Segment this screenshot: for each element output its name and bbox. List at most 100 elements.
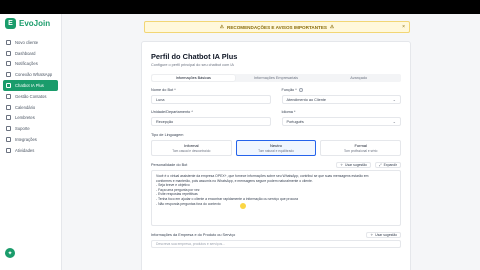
sidebar-item-label: Novo cliente: [15, 39, 39, 45]
sidebar-item[interactable]: Dashboard: [3, 48, 58, 59]
language-type-description: Tom natural e equilibrado: [258, 149, 294, 153]
unit-input[interactable]: Recepção: [151, 117, 271, 126]
chevron-down-icon: ⌄: [392, 97, 396, 102]
bot-role-label-text: Função *: [281, 88, 297, 92]
sidebar-item[interactable]: Lembretes: [3, 113, 58, 124]
chatbot-profile-card: Perfil do Chatbot IA Plus Configure o pe…: [141, 41, 411, 270]
use-suggestion-label: Usar sugestão: [345, 162, 367, 167]
nav-item-icon: [6, 147, 11, 153]
logo-icon: E: [5, 18, 16, 29]
sidebar-item-label: Conexão WhatsApp: [15, 72, 53, 78]
nav-item-icon: [6, 137, 11, 143]
app-window: E EvoJoin Novo cliente Dashboard Notificaç…: [0, 14, 480, 270]
language-value: Português: [286, 119, 304, 124]
nav-item-icon: [6, 61, 11, 67]
chat-icon[interactable]: ✦: [5, 248, 15, 258]
personality-text-line: - Não responda perguntas fora do context…: [156, 201, 221, 206]
help-icon[interactable]: [298, 88, 303, 92]
sidebar-item[interactable]: Suporte: [3, 123, 58, 134]
bot-role-field: Função * Atendimento ao Cliente ⌄: [281, 87, 402, 104]
sidebar-item[interactable]: Notificações: [3, 59, 58, 70]
expand-button[interactable]: ⤢ Expandir: [374, 161, 401, 168]
language-type-option[interactable]: Informal Tom casual e descontraído: [151, 140, 232, 156]
nav-item-icon: [6, 50, 11, 56]
unit-field: Unidade/Departamento * Recepção: [151, 109, 271, 126]
sidebar-item-label: Dashboard: [15, 50, 36, 56]
profile-tab[interactable]: Informações Empresariais: [235, 75, 318, 81]
nav-item-icon: [6, 93, 11, 99]
company-info-header: Informações da Empresa e do Produto ou S…: [151, 231, 401, 238]
banner-text: RECOMENDAÇÕES E AVISOS IMPORTANTES: [227, 24, 327, 30]
sidebar-item[interactable]: Novo cliente: [3, 37, 58, 48]
nav-item-icon: [6, 72, 11, 78]
page-title: Perfil do Chatbot IA Plus: [151, 52, 238, 61]
sidebar-item[interactable]: Atividades: [3, 145, 58, 156]
use-suggestion-label: Usar sugestão: [375, 232, 397, 237]
bot-role-label: Função *: [282, 87, 402, 93]
chevron-down-icon: ⌄: [392, 119, 396, 124]
nav-item-icon: [6, 126, 11, 132]
brand-logo[interactable]: E EvoJoin: [0, 14, 61, 37]
sparkle-icon: ✧: [340, 162, 344, 167]
sidebar-item[interactable]: Chatbot IA Plus: [3, 80, 58, 91]
mouse-cursor-highlight: [240, 203, 246, 209]
profile-tab[interactable]: Avançado: [317, 75, 400, 81]
sidebar-item-label: Atividades: [15, 147, 35, 153]
sidebar: E EvoJoin Novo cliente Dashboard Notificaç…: [0, 14, 62, 270]
warning-icon: ⚠: [219, 24, 225, 29]
nav-item-icon: [6, 83, 11, 89]
sidebar-item-label: Suporte: [15, 126, 30, 132]
sidebar-item-label: Notificações: [15, 61, 38, 67]
language-type-name: Neutro: [270, 143, 283, 148]
nav-item-icon: [6, 115, 11, 121]
expand-label: Expandir: [383, 162, 397, 167]
sparkle-icon: ✧: [370, 232, 374, 237]
company-info-textarea[interactable]: Descreva sua empresa, produtos e serviço…: [151, 240, 401, 248]
language-type-name: Formal: [354, 143, 367, 148]
language-label: Idioma *: [281, 110, 296, 114]
sidebar-item[interactable]: Calendário: [3, 102, 58, 113]
unit-value: Recepção: [156, 119, 174, 124]
bot-name-input[interactable]: Luna: [151, 95, 271, 104]
sidebar-item-label: Lembretes: [15, 115, 35, 121]
use-suggestion-button[interactable]: ✧ Usar sugestão: [336, 161, 371, 168]
language-select[interactable]: Português ⌄: [281, 117, 401, 126]
language-type-option[interactable]: Neutro Tom natural e equilibrado: [235, 140, 317, 156]
company-info-label: Informações da Empresa e do Produto ou S…: [151, 232, 236, 237]
sidebar-item-label: Gestão Contatos: [15, 93, 47, 99]
personality-text-line: Você é o virtual assistente da empresa O…: [156, 174, 369, 178]
sidebar-item[interactable]: Gestão Contatos: [3, 91, 58, 102]
language-type-options: Informal Tom casual e descontraído Neutro T…: [151, 140, 402, 156]
sidebar-item[interactable]: Conexão WhatsApp: [3, 69, 58, 80]
profile-tab[interactable]: Informações Básicas: [152, 75, 235, 81]
close-icon[interactable]: ×: [402, 24, 405, 30]
sidebar-item[interactable]: Integrações: [3, 134, 58, 145]
personality-header: Personalidade do Bot ✧ Usar sugestão ⤢ E…: [151, 161, 401, 168]
brand-name: EvoJoin: [19, 19, 51, 28]
warning-banner[interactable]: ⚠ RECOMENDAÇÕES E AVISOS IMPORTANTES ⚠ ×: [144, 21, 410, 33]
bot-name-label: Nome do Bot *: [151, 88, 176, 92]
nav-item-icon: [6, 104, 11, 110]
page-subtitle: Configure o perfil principal do seu chat…: [151, 63, 234, 67]
sidebar-item-label: Integrações: [15, 137, 37, 143]
bot-name-field: Nome do Bot * Luna: [151, 87, 271, 104]
use-suggestion-button[interactable]: ✧ Usar sugestão: [366, 231, 401, 238]
language-type-option[interactable]: Formal Tom profissional e sério: [320, 140, 402, 156]
bot-name-value: Luna: [156, 97, 165, 102]
language-type-label: Tipo de Linguagem: [151, 133, 184, 137]
language-type-description: Tom casual e descontraído: [172, 149, 211, 153]
personality-textarea[interactable]: Você é o virtual assistente da empresa O…: [151, 170, 401, 226]
sidebar-nav: Novo cliente Dashboard Notificações Conexão…: [0, 37, 61, 156]
sidebar-item-label: Calendário: [15, 104, 36, 110]
expand-icon: ⤢: [378, 162, 382, 167]
language-type-description: Tom profissional e sério: [343, 149, 378, 153]
unit-label: Unidade/Departamento *: [151, 110, 193, 114]
bot-role-value: Atendimento ao Cliente: [286, 97, 326, 102]
personality-label: Personalidade do Bot: [151, 162, 188, 167]
video-frame: E EvoJoin Novo cliente Dashboard Notificaç…: [0, 0, 480, 270]
nav-item-icon: [6, 39, 11, 45]
language-type-name: Informal: [184, 143, 199, 148]
bot-role-select[interactable]: Atendimento ao Cliente ⌄: [281, 95, 401, 104]
warning-icon: ⚠: [329, 24, 335, 29]
language-field: Idioma * Português ⌄: [281, 109, 401, 126]
